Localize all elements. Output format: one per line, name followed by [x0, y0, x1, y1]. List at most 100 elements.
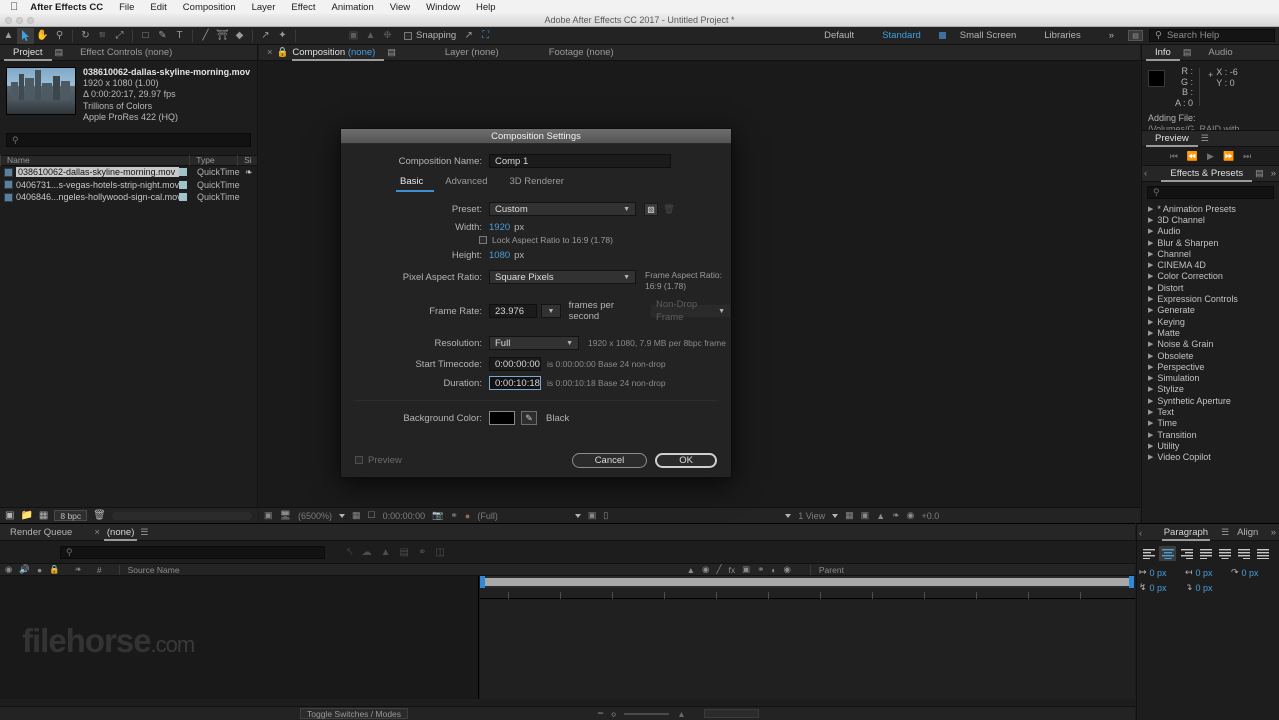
interpret-footage-icon[interactable]: ▣ — [5, 510, 14, 521]
play-icon[interactable]: ▶ — [1207, 151, 1214, 162]
column-type[interactable]: Type — [189, 155, 237, 167]
chevron-right-icon[interactable]: ▶ — [1148, 363, 1153, 371]
list-item[interactable]: ▶ Synthetic Aperture — [1142, 395, 1279, 406]
lock-switch-icon[interactable]: 🔒 — [49, 564, 60, 575]
panel-menu-icon[interactable]: ☰ — [1221, 527, 1229, 538]
delete-icon[interactable]: 🗑 — [93, 510, 106, 521]
video-switch-icon[interactable]: ◉ — [5, 564, 12, 575]
table-row[interactable]: 0406846...ngeles-hollywood-sign-cal.mov … — [0, 191, 257, 204]
chevron-down-icon[interactable] — [574, 513, 581, 518]
tab-align[interactable]: Align — [1237, 527, 1258, 538]
source-name-column[interactable]: Source Name — [118, 564, 180, 575]
text-tool-icon[interactable]: T — [171, 28, 188, 44]
solo-switch-icon[interactable]: ● — [37, 565, 42, 575]
list-item[interactable]: ▶ Transition — [1142, 429, 1279, 440]
justify-all-button[interactable] — [1254, 546, 1271, 561]
pixel-aspect-correction-icon[interactable]: ▣ — [861, 510, 870, 521]
tab-paragraph[interactable]: Paragraph — [1161, 524, 1211, 541]
snapping-checkbox[interactable] — [404, 31, 412, 40]
indent-right-margin[interactable]: ↤ 0 px — [1185, 567, 1231, 578]
hand-tool-icon[interactable]: ✋ — [34, 28, 51, 44]
apple-logo-icon[interactable]:  — [10, 1, 18, 13]
close-tab-icon[interactable]: × — [94, 527, 100, 538]
frame-rate-dropdown[interactable]: ▼ — [541, 304, 561, 318]
workspace-small-screen[interactable]: Small Screen — [946, 30, 1031, 41]
workspace-overflow-icon[interactable]: » — [1095, 30, 1128, 41]
tab-info[interactable]: Info — [1146, 45, 1180, 61]
grid-icon[interactable]: ▦ — [352, 510, 361, 521]
zoom-tool-icon[interactable]: ⚲ — [51, 28, 68, 44]
chevron-down-icon[interactable] — [832, 513, 839, 518]
workspace-libraries[interactable]: Libraries — [1030, 30, 1094, 41]
monitor-icon[interactable]: 🖥 — [280, 510, 291, 521]
start-timecode-input[interactable]: 0:00:00:00 — [489, 357, 541, 371]
region-of-interest-icon[interactable]: ☐ — [368, 510, 376, 521]
chevron-right-icon[interactable]: ▶ — [1148, 216, 1153, 224]
align-layers-icon[interactable]: ▣ — [345, 28, 362, 44]
roto-brush-tool-icon[interactable]: ↗ — [257, 28, 274, 44]
toggle-switches-modes-button[interactable]: Toggle Switches / Modes — [300, 708, 409, 719]
workspace-standard[interactable]: Standard — [868, 30, 935, 41]
table-row[interactable]: 0406731...s-vegas-hotels-strip-night.mov… — [0, 179, 257, 192]
tab-layer[interactable]: Layer (none) — [436, 45, 508, 61]
chevron-right-icon[interactable]: ▶ — [1148, 374, 1153, 382]
fast-previews-icon[interactable]: ▲ — [876, 511, 885, 521]
chevron-right-icon[interactable]: ▶ — [1148, 306, 1153, 314]
adjustment-layer-icon[interactable]: ◐ — [771, 565, 776, 575]
puppet-pin-tool-icon[interactable]: ✦ — [274, 28, 291, 44]
mask-icon[interactable]: ❉ — [379, 28, 396, 44]
panel-overflow-right-icon[interactable]: » — [1271, 168, 1276, 179]
next-frame-icon[interactable]: ⏩ — [1223, 151, 1234, 162]
list-item[interactable]: ▶ Channel — [1142, 248, 1279, 259]
timeline-zoom-track[interactable] — [624, 712, 670, 715]
indent-left-margin[interactable]: ↦ 0 px — [1139, 567, 1185, 578]
justify-last-left-button[interactable] — [1197, 546, 1214, 561]
list-item[interactable]: ▶ Perspective — [1142, 361, 1279, 372]
close-tab-icon[interactable]: × — [263, 47, 277, 58]
snap-arrow-icon[interactable]: ↗ — [460, 28, 477, 44]
tab-composition[interactable]: Composition (none) — [292, 45, 385, 61]
chevron-right-icon[interactable]: ▶ — [1148, 250, 1153, 258]
tab-timeline-none[interactable]: (none) — [103, 524, 138, 541]
lock-icon[interactable]: 🔒 — [277, 47, 293, 58]
effects-switch-icon[interactable]: fx — [729, 565, 736, 575]
snap-box-icon[interactable]: ⛶ — [477, 28, 494, 44]
list-item[interactable]: ▶ Audio — [1142, 226, 1279, 237]
menu-item-after-effects[interactable]: After Effects CC — [30, 2, 103, 13]
project-scrollbar[interactable] — [111, 511, 252, 520]
minimize-icon[interactable] — [16, 17, 23, 24]
view-count[interactable]: 1 View — [798, 511, 825, 521]
pixel-aspect-ratio-select[interactable]: Square Pixels ▼ — [489, 270, 636, 284]
audio-switch-icon[interactable]: 🔊 — [19, 564, 30, 575]
save-preset-icon[interactable]: ▧ — [644, 202, 658, 216]
justify-last-right-button[interactable] — [1235, 546, 1252, 561]
project-bit-depth[interactable]: 8 bpc — [54, 510, 88, 521]
frame-blend-icon[interactable]: ▣ — [742, 564, 750, 575]
list-item[interactable]: ▶ Video Copilot — [1142, 452, 1279, 463]
workspace-menu-icon[interactable]: ▤ — [1128, 30, 1143, 41]
transparency-grid-icon[interactable]: ▯ — [603, 510, 608, 521]
chevron-right-icon[interactable]: ▶ — [1148, 284, 1153, 292]
parent-column[interactable]: Parent — [809, 564, 844, 575]
preview-checkbox-row[interactable]: Preview — [355, 455, 402, 466]
chevron-right-icon[interactable]: ▶ — [1148, 408, 1153, 416]
panel-menu-icon[interactable]: ▤ — [387, 47, 396, 58]
quality-icon[interactable]: ╱ — [716, 564, 721, 575]
tab-project[interactable]: Project — [4, 45, 52, 61]
list-item[interactable]: ▶ Obsolete — [1142, 350, 1279, 361]
label-column-icon[interactable]: ❧ — [75, 564, 82, 575]
preview-checkbox[interactable] — [355, 456, 363, 464]
chevron-right-icon[interactable]: ▶ — [1148, 205, 1153, 213]
zoom-icon[interactable] — [27, 17, 34, 24]
previous-frame-icon[interactable]: ⏪ — [1187, 151, 1198, 162]
timeline-search-input[interactable]: ⚲ — [60, 545, 325, 559]
always-preview-icon[interactable]: ▣ — [264, 510, 273, 521]
chevron-down-icon[interactable] — [785, 513, 792, 518]
chevron-right-icon[interactable]: ▶ — [1148, 419, 1153, 427]
work-area-start-handle[interactable] — [480, 576, 485, 588]
list-item[interactable]: ▶ Text — [1142, 406, 1279, 417]
tab-advanced[interactable]: Advanced — [434, 176, 498, 192]
workspace-default[interactable]: Default — [810, 30, 868, 41]
column-name[interactable]: Name — [0, 155, 189, 167]
panel-menu-icon[interactable]: ▤ — [1183, 47, 1192, 58]
